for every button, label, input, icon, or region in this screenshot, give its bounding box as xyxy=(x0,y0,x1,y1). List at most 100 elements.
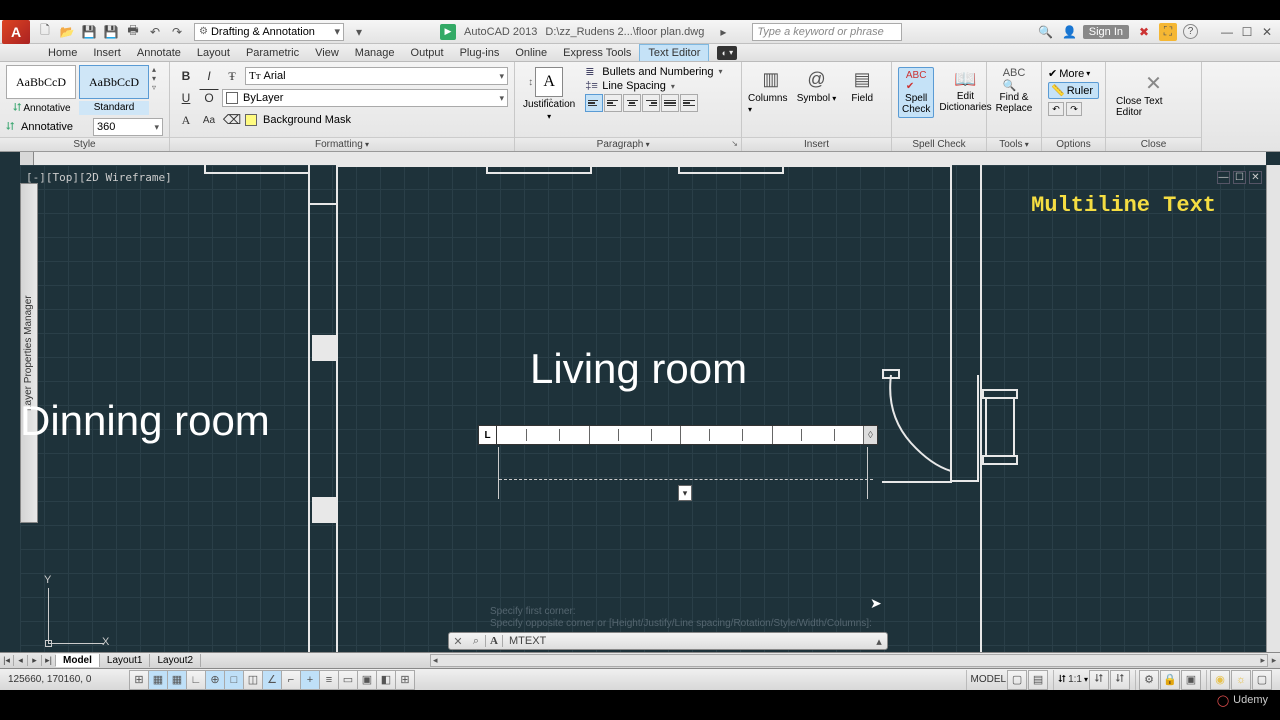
paper-icon[interactable]: ▢ xyxy=(1007,670,1027,690)
text-height-input[interactable]: 360 xyxy=(93,118,163,136)
mtext-ruler[interactable]: L ◊ xyxy=(478,425,878,445)
panel-title-formatting[interactable]: Formatting xyxy=(170,137,514,151)
linespacing-button[interactable]: ‡≡Line Spacing xyxy=(585,80,722,92)
uppercase-button[interactable]: A xyxy=(176,111,196,129)
paragraph-launcher-icon[interactable]: ↘ xyxy=(731,139,741,148)
3dosnap-icon[interactable]: ◫ xyxy=(243,670,263,690)
redo-icon[interactable]: ↷ xyxy=(166,22,188,42)
tab-insert[interactable]: Insert xyxy=(85,45,129,61)
mtext-height-handle[interactable]: ▾ xyxy=(678,485,692,501)
nav-first-icon[interactable]: |◂ xyxy=(0,655,14,666)
lock-icon[interactable]: 🔒 xyxy=(1160,670,1180,690)
bullets-button[interactable]: ≣Bullets and Numbering xyxy=(585,65,722,78)
tab-manage[interactable]: Manage xyxy=(347,45,403,61)
style-swatch-annotative[interactable]: AaBbCcD xyxy=(6,65,76,99)
layout-tab-layout1[interactable]: Layout1 xyxy=(100,654,151,667)
help-icon[interactable]: ? xyxy=(1183,24,1198,39)
exchange-icon[interactable]: ✖ xyxy=(1135,23,1153,41)
spellcheck-button[interactable]: ABC✔Spell Check xyxy=(898,67,934,118)
qp-icon[interactable]: ▣ xyxy=(357,670,377,690)
command-line[interactable]: ✕ ⌕ A MTEXT ▴ xyxy=(448,632,888,650)
style-annotative-label[interactable]: ⮃Annotative xyxy=(6,101,76,115)
nav-last-icon[interactable]: ▸| xyxy=(42,655,56,666)
panel-title-tools[interactable]: Tools xyxy=(987,137,1041,151)
style-swatch-standard[interactable]: AaBbCcD xyxy=(79,65,149,99)
style-gallery-expand[interactable]: ▴▾▿ xyxy=(152,65,163,92)
style-standard-label[interactable]: Standard xyxy=(79,101,149,115)
grid-icon[interactable]: ▦ xyxy=(167,670,187,690)
clean-icon[interactable]: ▢ xyxy=(1252,670,1272,690)
annotation-scale[interactable]: 1:1 xyxy=(1068,674,1082,685)
align-default-button[interactable] xyxy=(585,94,603,112)
hardware-icon[interactable]: ▣ xyxy=(1181,670,1201,690)
osnap-icon[interactable]: □ xyxy=(224,670,244,690)
autocad-logo[interactable]: A xyxy=(2,20,30,44)
infer-icon[interactable]: ⊞ xyxy=(129,670,149,690)
align-left-button[interactable] xyxy=(604,94,622,112)
nav-prev-icon[interactable]: ◂ xyxy=(14,655,28,666)
model-space-button[interactable]: MODEL xyxy=(971,674,1007,685)
indent-marker[interactable]: L xyxy=(479,426,497,444)
align-right-button[interactable] xyxy=(642,94,660,112)
cmdline-close-icon[interactable]: ✕ xyxy=(449,635,467,648)
underline-button[interactable]: U xyxy=(176,89,196,107)
scroll-right-icon[interactable]: ▸ xyxy=(1268,655,1280,666)
tpy-icon[interactable]: ▭ xyxy=(338,670,358,690)
close-window-icon[interactable]: ✕ xyxy=(1258,23,1276,41)
tab-texteditor[interactable]: Text Editor xyxy=(639,44,709,61)
tab-plugins[interactable]: Plug-ins xyxy=(452,45,508,61)
close-editor-button[interactable]: ✕ Close Text Editor xyxy=(1112,65,1195,124)
otrack-icon[interactable]: ∠ xyxy=(262,670,282,690)
font-type-icon[interactable]: Ŧ xyxy=(222,67,242,85)
dyn-icon[interactable]: + xyxy=(300,670,320,690)
user-icon[interactable]: 👤 xyxy=(1061,23,1079,41)
tab-home[interactable]: Home xyxy=(40,45,85,61)
open-icon[interactable]: 📂 xyxy=(56,22,78,42)
redo-text-icon[interactable]: ↷ xyxy=(1066,102,1082,116)
cmdline-search-icon[interactable]: ⌕ xyxy=(467,635,485,648)
columns-button[interactable]: ▥Columns xyxy=(748,67,794,115)
font-combo[interactable]: TтArial xyxy=(245,67,508,85)
tab-output[interactable]: Output xyxy=(403,45,452,61)
tab-online[interactable]: Online xyxy=(507,45,555,61)
ortho-icon[interactable]: ∟ xyxy=(186,670,206,690)
cmdline-text[interactable]: MTEXT xyxy=(503,635,871,647)
dictionaries-button[interactable]: 📖Edit Dictionaries xyxy=(936,67,994,118)
cmdline-history-icon[interactable]: ▴ xyxy=(871,635,887,648)
maximize-icon[interactable]: ☐ xyxy=(1238,23,1256,41)
align-distribute-button[interactable] xyxy=(680,94,698,112)
tab-view[interactable]: View xyxy=(307,45,347,61)
panel-visibility-icon[interactable] xyxy=(717,46,737,60)
vp-maximize-icon[interactable]: ☐ xyxy=(1233,171,1246,184)
ws-icon[interactable]: ⚙ xyxy=(1139,670,1159,690)
annoscale-icon[interactable]: ⮃ xyxy=(1058,674,1066,685)
minimize-icon[interactable]: — xyxy=(1218,23,1236,41)
doc-menu-icon[interactable]: ▸ xyxy=(712,22,734,42)
overline-button[interactable]: O xyxy=(199,89,219,107)
snap-icon[interactable]: ▦ xyxy=(148,670,168,690)
more-button[interactable]: ✔More▾ xyxy=(1048,67,1099,80)
annotative-toggle-icon[interactable]: ⮃ xyxy=(6,121,18,133)
drawing-canvas[interactable]: Layer Properties Manager [-][Top][2D Wir… xyxy=(0,152,1280,652)
autoscale-icon[interactable]: ⮃ xyxy=(1110,670,1130,690)
align-center-button[interactable] xyxy=(623,94,641,112)
iso2-icon[interactable]: ☼ xyxy=(1231,670,1251,690)
ruler-width-handle[interactable]: ◊ xyxy=(863,426,877,444)
panel-title-paragraph[interactable]: Paragraph↘ xyxy=(515,137,741,151)
ducs-icon[interactable]: ⌐ xyxy=(281,670,301,690)
align-justify-button[interactable] xyxy=(661,94,679,112)
new-icon[interactable]: 🗋 xyxy=(34,22,56,42)
undo-icon[interactable]: ↶ xyxy=(144,22,166,42)
italic-button[interactable]: I xyxy=(199,67,219,85)
coordinates[interactable]: 125660, 170160, 0 xyxy=(0,674,130,685)
quickview-icon[interactable]: ▤ xyxy=(1028,670,1048,690)
tab-annotate[interactable]: Annotate xyxy=(129,45,189,61)
print-icon[interactable]: 🖶 xyxy=(122,22,144,42)
bgmask-button[interactable]: Background Mask xyxy=(263,114,351,126)
search-go-icon[interactable]: 🔍 xyxy=(1037,23,1055,41)
find-replace-button[interactable]: ABC🔍 Find & Replace xyxy=(993,65,1035,116)
symbol-button[interactable]: @Symbol xyxy=(794,67,840,115)
workspace-dropdown[interactable]: Drafting & Annotation xyxy=(194,23,344,41)
clear-format-button[interactable]: ⌫ xyxy=(222,111,242,129)
vp-minimize-icon[interactable]: — xyxy=(1217,171,1230,184)
